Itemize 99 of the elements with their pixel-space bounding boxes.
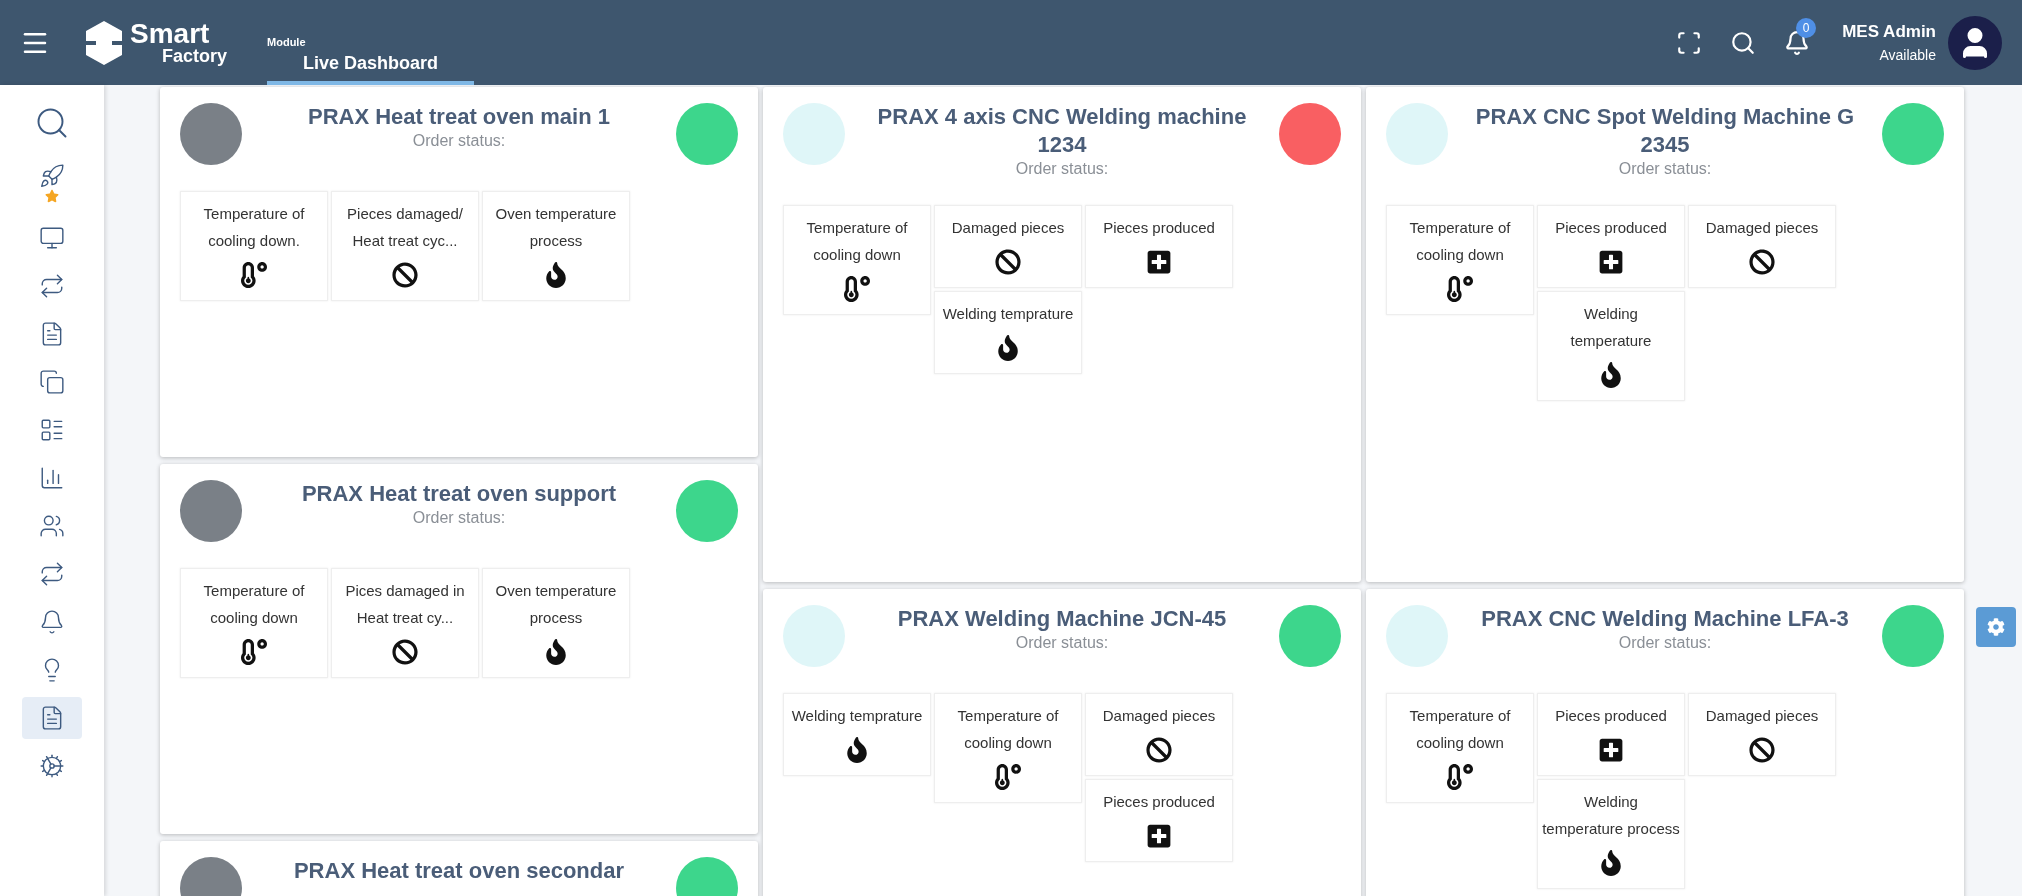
gears-icon — [39, 753, 65, 779]
metric-tile[interactable]: Pices damaged in Heat treat cy... — [331, 568, 479, 678]
metric-tile[interactable]: Pieces produced — [1085, 779, 1233, 862]
thermometer-icon — [844, 276, 870, 302]
metric-label: Pieces damaged/ Heat treat cyc... — [346, 204, 464, 251]
repeat-icon — [39, 273, 65, 299]
metric-tile[interactable]: Damaged pieces — [1688, 205, 1836, 288]
metric-tile[interactable]: Damaged pieces — [1688, 693, 1836, 776]
stacked-pages-icon — [39, 369, 65, 395]
metric-label: Pieces produced — [1103, 218, 1215, 238]
order-status-label: Order status: — [1618, 633, 1712, 653]
metric-label: Damaged pieces — [1102, 706, 1216, 726]
thermometer-icon — [1447, 764, 1473, 790]
machine-title: PRAX Heat treat oven support — [301, 480, 617, 508]
prohibited-icon — [392, 639, 418, 665]
metric-tile[interactable]: Temperature of cooling down — [1386, 693, 1534, 803]
order-status-label: Order status: — [1618, 159, 1712, 179]
machine-title: 2345 — [1640, 131, 1690, 159]
metric-label: Temperature of cooling down — [956, 706, 1060, 753]
metric-label: Welding temperature — [1569, 304, 1653, 351]
metric-tile[interactable]: Welding temperature — [1537, 291, 1685, 401]
metric-tile[interactable]: Oven temperature process — [482, 191, 630, 301]
machine-title: PRAX 4 axis CNC Welding machine — [877, 103, 1247, 131]
metric-tile[interactable]: Temperature of cooling down — [783, 205, 931, 315]
flame-icon — [1598, 362, 1624, 388]
metric-label: Temperature of cooling down — [202, 581, 306, 628]
notification-badge: 0 — [1796, 17, 1817, 38]
metric-label: Temperature of cooling down. — [202, 204, 306, 251]
metric-label: Damaged pieces — [1705, 706, 1819, 726]
metric-label: Pieces produced — [1555, 706, 1667, 726]
metric-label: Damaged pieces — [1705, 218, 1819, 238]
metric-tile[interactable]: Pieces produced — [1537, 693, 1685, 776]
user-name: MES Admin — [1842, 21, 1936, 44]
metric-tile[interactable]: Temperature of cooling down. — [180, 191, 328, 301]
metric-tile[interactable]: Damaged pieces — [934, 205, 1082, 288]
module-label: Module — [267, 34, 307, 50]
metric-tile[interactable]: Temperature of cooling down — [1386, 205, 1534, 315]
machine-title: PRAX CNC Spot Welding Machine G — [1475, 103, 1855, 131]
sidebar-item[interactable] — [22, 697, 82, 739]
metric-label: Damaged pieces — [951, 218, 1065, 238]
metric-label: Welding temprature — [791, 706, 923, 726]
metric-label: Temperature of cooling down — [1408, 218, 1512, 265]
prohibited-icon — [1146, 737, 1172, 763]
machine-title: PRAX Heat treat oven main 1 — [308, 103, 610, 131]
prohibited-icon — [1749, 249, 1775, 275]
flame-icon — [543, 639, 569, 665]
flame-icon — [543, 262, 569, 288]
bell-icon — [39, 609, 65, 635]
fullscreen-icon[interactable] — [1676, 29, 1703, 56]
metric-tile[interactable]: Temperature of cooling down — [934, 693, 1082, 803]
settings-button[interactable] — [1976, 607, 2016, 647]
metric-label: Temperature of cooling down — [1408, 706, 1512, 753]
gear-icon — [1987, 618, 2005, 636]
thermometer-icon — [241, 262, 267, 288]
repeat-icon — [39, 561, 65, 587]
machine-title: PRAX Heat treat oven secondar — [293, 857, 625, 885]
metric-tile[interactable]: Welding temprature — [934, 291, 1082, 374]
metric-label: Welding temprature — [942, 304, 1074, 324]
metric-label: Pieces produced — [1103, 792, 1215, 812]
thermometer-icon — [995, 764, 1021, 790]
order-status-label: Order status: — [1015, 159, 1109, 179]
metric-tile[interactable]: Pieces produced — [1085, 205, 1233, 288]
user-status: Available — [1879, 45, 1936, 65]
prohibited-icon — [995, 249, 1021, 275]
flame-icon — [1598, 850, 1624, 876]
metric-tile[interactable]: Welding temperature process — [1537, 779, 1685, 889]
metric-label: Pieces produced — [1555, 218, 1667, 238]
order-status-label: Order status: — [412, 131, 506, 151]
thermometer-icon — [1447, 276, 1473, 302]
metric-tile[interactable]: Pieces produced — [1537, 205, 1685, 288]
machine-title: PRAX CNC Welding Machine LFA-3 — [1481, 605, 1849, 633]
metric-label: Temperature of cooling down — [805, 218, 909, 265]
bar-chart-icon — [39, 465, 65, 491]
search-icon[interactable] — [1730, 29, 1757, 56]
metric-tile[interactable]: Pieces damaged/ Heat treat cyc... — [331, 191, 479, 301]
machine-title: PRAX Welding Machine JCN-45 — [897, 605, 1227, 633]
avatar[interactable] — [1948, 15, 2002, 70]
metric-label: Oven temperature process — [494, 204, 618, 251]
metric-label: Oven temperature process — [494, 581, 618, 628]
thermometer-icon — [241, 639, 267, 665]
prohibited-icon — [1749, 737, 1775, 763]
logo-text: Factory — [162, 46, 228, 65]
metric-label: Pices damaged in Heat treat cy... — [344, 581, 466, 628]
metric-tile[interactable]: Damaged pieces — [1085, 693, 1233, 776]
rocket-star-icon — [39, 163, 65, 203]
flame-icon — [844, 737, 870, 763]
metric-tile[interactable]: Temperature of cooling down — [180, 568, 328, 678]
order-status-label: Order status: — [1015, 633, 1109, 653]
flame-icon — [995, 335, 1021, 361]
metric-tile[interactable]: Welding temprature — [783, 693, 931, 776]
monitor-icon — [39, 225, 65, 251]
order-status-label: Order status: — [412, 508, 506, 528]
prohibited-icon — [392, 262, 418, 288]
list-layout-icon — [39, 417, 65, 443]
metric-label: Welding temperature process — [1542, 792, 1680, 839]
machine-title: 1234 — [1037, 131, 1087, 159]
users-icon — [39, 513, 65, 539]
logo-text: Smart — [130, 20, 211, 47]
metric-tile[interactable]: Oven temperature process — [482, 568, 630, 678]
